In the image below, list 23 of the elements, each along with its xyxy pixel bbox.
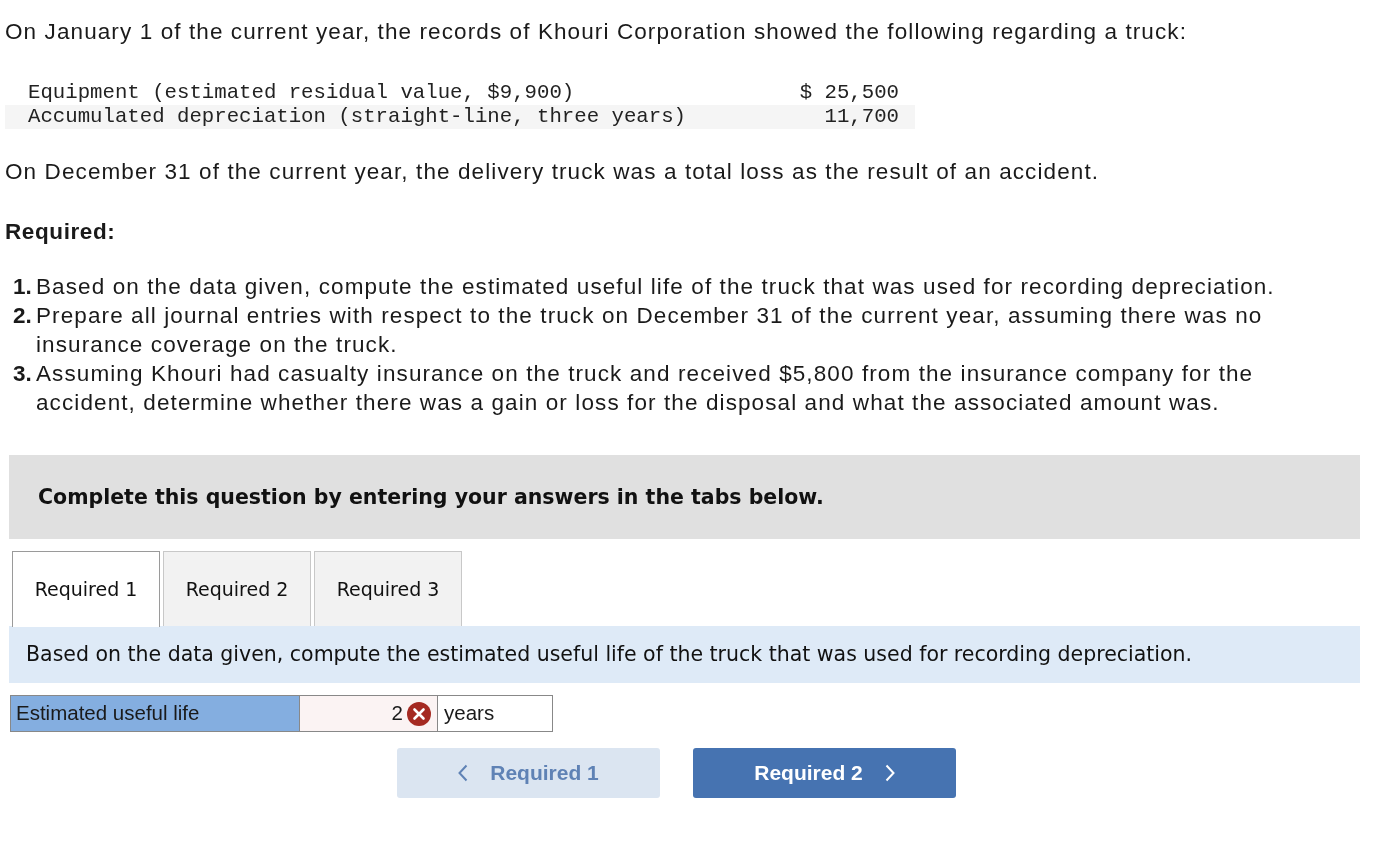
record-label: Equipment (estimated residual value, $9,900) [28, 81, 575, 105]
requirement-text: Based on the data given, compute the estimated useful life of the truck that was used for recording depreciation. [36, 273, 1276, 301]
tab[interactable]: Required 1 [12, 551, 160, 627]
record-amount: $ 25,500 [799, 81, 899, 105]
prompt-text: Based on the data given, compute the estimated useful life of the truck that was used for recording depreciation. [26, 641, 1193, 669]
instruction-text: Complete this question by entering your answers in the tabs below. [38, 483, 824, 511]
nav-button[interactable]: Required 2 [693, 748, 956, 798]
item-number: 2. [13, 302, 33, 330]
tab[interactable]: Required 3 [314, 551, 462, 626]
required-heading: Required: [5, 219, 116, 245]
record-label: Accumulated depreciation (straight-line, three years) [28, 105, 686, 129]
record-amount: 11,700 [824, 105, 899, 129]
requirement-text: Assuming Khouri had casualty insurance on the truck and received $5,800 from the insurance company for the accident, determine whether there was a gain or loss for the disposal and what the associated amount was. [36, 360, 1255, 417]
answer-field[interactable]: 2 [300, 696, 438, 731]
requirement-text: Prepare all journal entries with respect to the truck on December 31 of the current year, assuming there was no insurance coverage on the truck. [36, 302, 1264, 359]
item-number: 3. [13, 360, 33, 388]
event-text: On December 31 of the current year, the delivery truck was a total loss as the result of an accident. [5, 159, 1100, 185]
intro-text: On January 1 of the current year, the records of Khouri Corporation showed the following regarding a truck: [5, 19, 1188, 45]
chevron-left-icon [458, 764, 469, 782]
tab[interactable]: Required 2 [163, 551, 311, 626]
row-label: Estimated useful life [11, 696, 300, 731]
item-number: 1. [13, 273, 33, 301]
chevron-right-icon [884, 764, 895, 782]
